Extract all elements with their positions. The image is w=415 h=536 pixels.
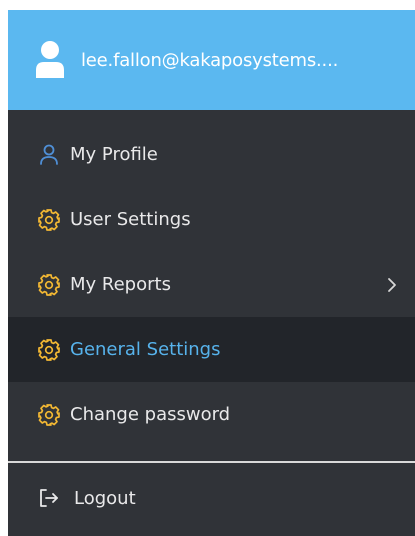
- logout-label: Logout: [74, 487, 136, 509]
- gear-icon: [36, 337, 62, 363]
- gear-icon: [36, 272, 62, 298]
- logout-button[interactable]: Logout: [8, 463, 415, 533]
- gear-icon: [36, 207, 62, 233]
- menu-item-user-settings[interactable]: User Settings: [8, 187, 415, 252]
- menu-item-general-settings[interactable]: General Settings: [8, 317, 415, 382]
- user-avatar-icon: [33, 39, 67, 81]
- menu-item-label: User Settings: [70, 209, 191, 230]
- user-icon: [36, 142, 62, 168]
- user-email: lee.fallon@kakaposystems....: [81, 49, 339, 71]
- menu-item-label: My Profile: [70, 144, 158, 165]
- user-dropdown-menu: lee.fallon@kakaposystems.... My Profile …: [8, 10, 415, 536]
- menu-item-my-profile[interactable]: My Profile: [8, 122, 415, 187]
- logout-icon: [36, 485, 62, 511]
- menu-item-change-password[interactable]: Change password: [8, 382, 415, 447]
- chevron-right-icon: [385, 276, 399, 294]
- user-header: lee.fallon@kakaposystems....: [8, 10, 415, 110]
- menu-item-my-reports[interactable]: My Reports: [8, 252, 415, 317]
- menu-item-label: General Settings: [70, 339, 221, 360]
- menu-item-label: My Reports: [70, 274, 171, 295]
- menu-item-label: Change password: [70, 404, 231, 425]
- gear-icon: [36, 402, 62, 428]
- menu-items: My Profile User Settings My Reports Gene…: [8, 110, 415, 533]
